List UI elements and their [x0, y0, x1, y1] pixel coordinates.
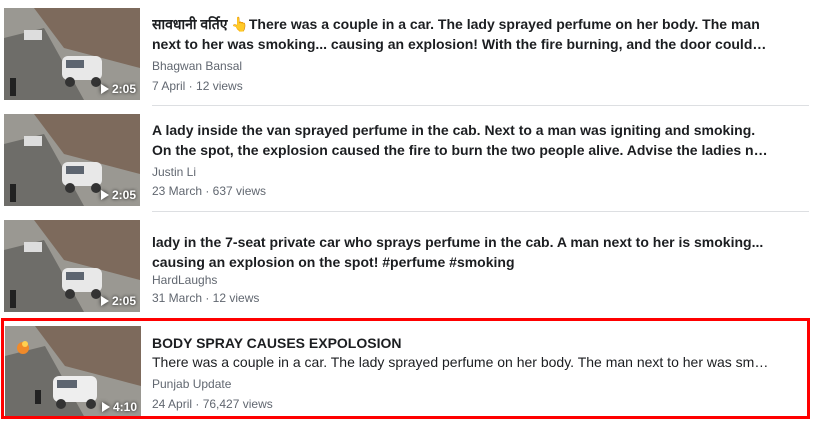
- author-name[interactable]: Punjab Update: [152, 376, 231, 392]
- video-results-list: 2:05 सावधानी वर्तिए 👆There was a couple …: [0, 0, 815, 426]
- play-icon: [100, 296, 109, 306]
- author-name[interactable]: Bhagwan Bansal: [152, 58, 242, 74]
- video-result-4[interactable]: 4:10 BODY SPRAY CAUSES EXPOLOSION There …: [0, 318, 815, 419]
- video-meta: 23 March · 637 views: [152, 184, 267, 198]
- play-icon: [101, 402, 110, 412]
- video-title[interactable]: BODY SPRAY CAUSES EXPOLOSION: [152, 333, 772, 353]
- video-result-3[interactable]: 2:05 lady in the 7-seat private car who …: [0, 212, 815, 317]
- video-duration: 2:05: [100, 82, 136, 96]
- video-thumbnail[interactable]: 4:10: [5, 326, 141, 418]
- video-result-2[interactable]: 2:05 A lady inside the van sprayed perfu…: [0, 106, 815, 212]
- video-duration: 2:05: [100, 294, 136, 308]
- play-icon: [100, 190, 109, 200]
- video-title[interactable]: सावधानी वर्तिए 👆There was a couple in a …: [152, 14, 772, 54]
- video-meta: 31 March · 12 views: [152, 291, 260, 305]
- video-duration: 2:05: [100, 188, 136, 202]
- video-title[interactable]: lady in the 7-seat private car who spray…: [152, 232, 772, 272]
- video-description: There was a couple in a car. The lady sp…: [152, 354, 772, 370]
- author-name[interactable]: Justin Li: [152, 164, 196, 180]
- video-duration: 4:10: [101, 400, 137, 414]
- author-name[interactable]: HardLaughs: [152, 272, 217, 288]
- video-title[interactable]: A lady inside the van sprayed perfume in…: [152, 120, 772, 160]
- play-icon: [100, 84, 109, 94]
- video-meta: 7 April · 12 views: [152, 79, 243, 93]
- video-meta: 24 April · 76,427 views: [152, 397, 273, 411]
- video-thumbnail[interactable]: 2:05: [4, 8, 140, 100]
- video-thumbnail[interactable]: 2:05: [4, 220, 140, 312]
- video-result-1[interactable]: 2:05 सावधानी वर्तिए 👆There was a couple …: [0, 0, 815, 106]
- video-thumbnail[interactable]: 2:05: [4, 114, 140, 206]
